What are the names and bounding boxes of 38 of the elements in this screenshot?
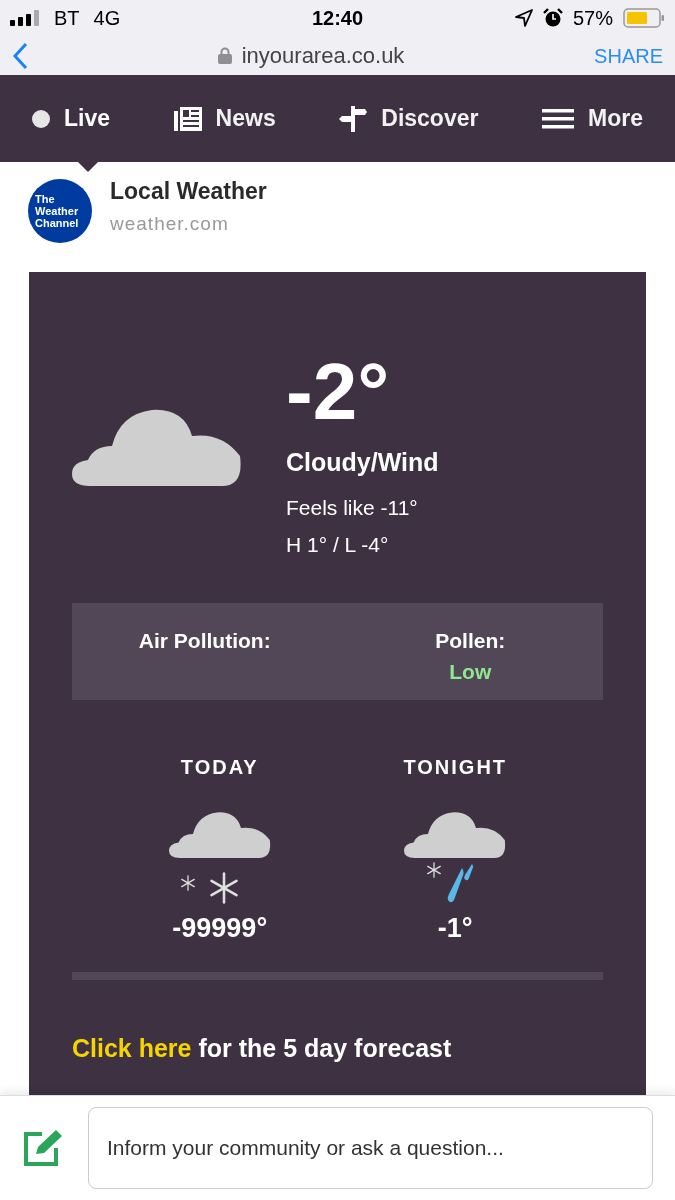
back-icon[interactable] bbox=[12, 41, 28, 70]
compose-icon[interactable] bbox=[22, 1128, 64, 1168]
period-label: TONIGHT bbox=[403, 754, 508, 780]
url-text[interactable]: inyourarea.co.uk bbox=[241, 39, 405, 72]
condition-text: Cloudy/Wind bbox=[286, 447, 439, 478]
lock-icon bbox=[217, 47, 232, 64]
nav-tab[interactable]: Discover bbox=[339, 75, 479, 162]
condition-label: Air Pollution: bbox=[138, 627, 271, 654]
logo-text: The Weather Channel bbox=[35, 193, 80, 229]
newspaper-icon bbox=[173, 106, 202, 131]
source-title: Local Weather bbox=[110, 176, 267, 206]
location-arrow-icon bbox=[514, 9, 533, 27]
period-temperature: -99999° bbox=[172, 911, 268, 945]
period-label: TODAY bbox=[180, 754, 259, 780]
snowflake-icon bbox=[426, 861, 443, 878]
battery-percent-text: 57% bbox=[572, 6, 613, 31]
condition-label: Pollen: bbox=[435, 627, 506, 654]
feels-like-text: Feels like -11° bbox=[286, 494, 419, 521]
forecast-link-text: Click here for the 5 day forecast bbox=[72, 1033, 453, 1064]
snowflake-icon bbox=[207, 871, 240, 904]
nav-tab[interactable]: News bbox=[173, 75, 276, 162]
carrier-text: BT bbox=[54, 6, 80, 31]
battery-icon bbox=[623, 8, 665, 28]
condition-value: Low bbox=[449, 659, 492, 685]
click-here-link[interactable]: Click here bbox=[72, 1034, 192, 1062]
alarm-clock-icon bbox=[542, 8, 563, 28]
high-low-text: H 1° / L -4° bbox=[286, 532, 390, 558]
composer-field[interactable]: Inform your community or ask a question... bbox=[88, 1107, 653, 1189]
clock-text: 12:40 bbox=[310, 6, 365, 31]
current-temperature: -2° bbox=[286, 352, 391, 432]
signal-icon bbox=[10, 10, 40, 26]
period-temperature: -1° bbox=[437, 911, 473, 945]
network-text: 4G bbox=[93, 6, 121, 31]
menu-icon bbox=[542, 108, 575, 129]
snowflake-icon bbox=[179, 874, 196, 891]
source-domain: weather.com bbox=[110, 212, 230, 236]
signpost-icon bbox=[339, 105, 368, 132]
nav-tab[interactable]: More bbox=[542, 75, 643, 162]
